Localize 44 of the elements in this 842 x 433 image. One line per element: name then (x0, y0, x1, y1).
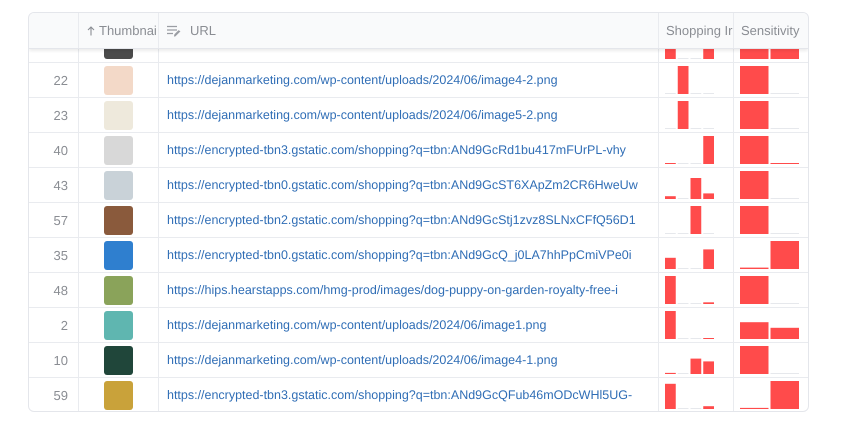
url-link[interactable]: https://dejanmarketing.com/wp-content/uploads/2024/06/image4-2.png (167, 73, 558, 87)
row-index: 48 (54, 282, 68, 298)
url-link[interactable]: https://dejanmarketing.com/wp-content/uploads/2024/06/image5-2.png (167, 108, 558, 122)
url-link[interactable]: https://dejanmarketing.com/wp-content/uploads/2024/06/image1.png (167, 318, 546, 332)
sparkline-chart (740, 322, 799, 339)
sparkline-chart (665, 249, 714, 269)
sparkline-chart (740, 276, 799, 304)
sparkline-chart (665, 206, 714, 234)
url-link[interactable]: https://hips.hearstapps.com/hmg-prod/images/dog-puppy-on-garden-royalty-free-i (167, 283, 618, 297)
row-index: 23 (54, 108, 68, 122)
url-link[interactable]: https://encrypted-tbn0.gstatic.com/shopping?q=tbn:ANd9GcQ_j0LA7hhPpCmiVPe0i (167, 248, 632, 262)
url-link[interactable]: https://dejanmarketing.com/wp-content/uploads/2024/06/image4-1.png (167, 353, 558, 367)
sparkline-chart (740, 346, 799, 374)
sparkline-chart (740, 171, 799, 199)
sparkline-chart (740, 241, 799, 269)
sparkline-chart (740, 66, 799, 94)
sparkline-chart (665, 66, 714, 94)
row-index: 57 (54, 212, 68, 228)
url-link[interactable]: https://encrypted-tbn3.gstatic.com/shopping?q=tbn:ANd9GcRd1bu417mFUrPL-vhy (167, 143, 626, 157)
row-index: 22 (54, 72, 68, 88)
column-header[interactable]: URL (190, 23, 216, 38)
row-index: 40 (54, 142, 68, 158)
sparkline-chart (740, 136, 799, 164)
sparkline-chart (740, 206, 799, 234)
sparkline-chart (665, 311, 714, 339)
sparkline-chart (665, 178, 714, 199)
url-link[interactable]: https://encrypted-tbn2.gstatic.com/shopping?q=tbn:ANd9GcStj1zvz8SLNxCFfQ56D1 (167, 213, 636, 227)
sparkline-chart (665, 276, 714, 304)
row-index: 59 (54, 388, 68, 402)
column-header[interactable]: Shopping Ir (666, 23, 732, 38)
row-index: 2 (60, 318, 68, 332)
url-link[interactable]: https://encrypted-tbn3.gstatic.com/shopping?q=tbn:ANd9GcQFub46mODcWHl5UG- (167, 388, 632, 402)
row-index: 35 (54, 248, 68, 262)
sparkline-chart (665, 383, 714, 409)
column-header[interactable]: Thumbnai (99, 23, 157, 38)
sparkline-chart (740, 101, 799, 129)
sparkline-chart (665, 101, 714, 129)
row-index: 10 (54, 352, 68, 368)
sparkline-chart (665, 358, 714, 374)
url-link[interactable]: https://encrypted-tbn0.gstatic.com/shopping?q=tbn:ANd9GcST6XApZm2CR6HweUw (167, 178, 638, 192)
column-header[interactable]: Sensitivity (741, 23, 800, 38)
row-index: 43 (54, 178, 68, 192)
sparkline-chart (740, 381, 799, 409)
sparkline-chart (665, 136, 714, 164)
